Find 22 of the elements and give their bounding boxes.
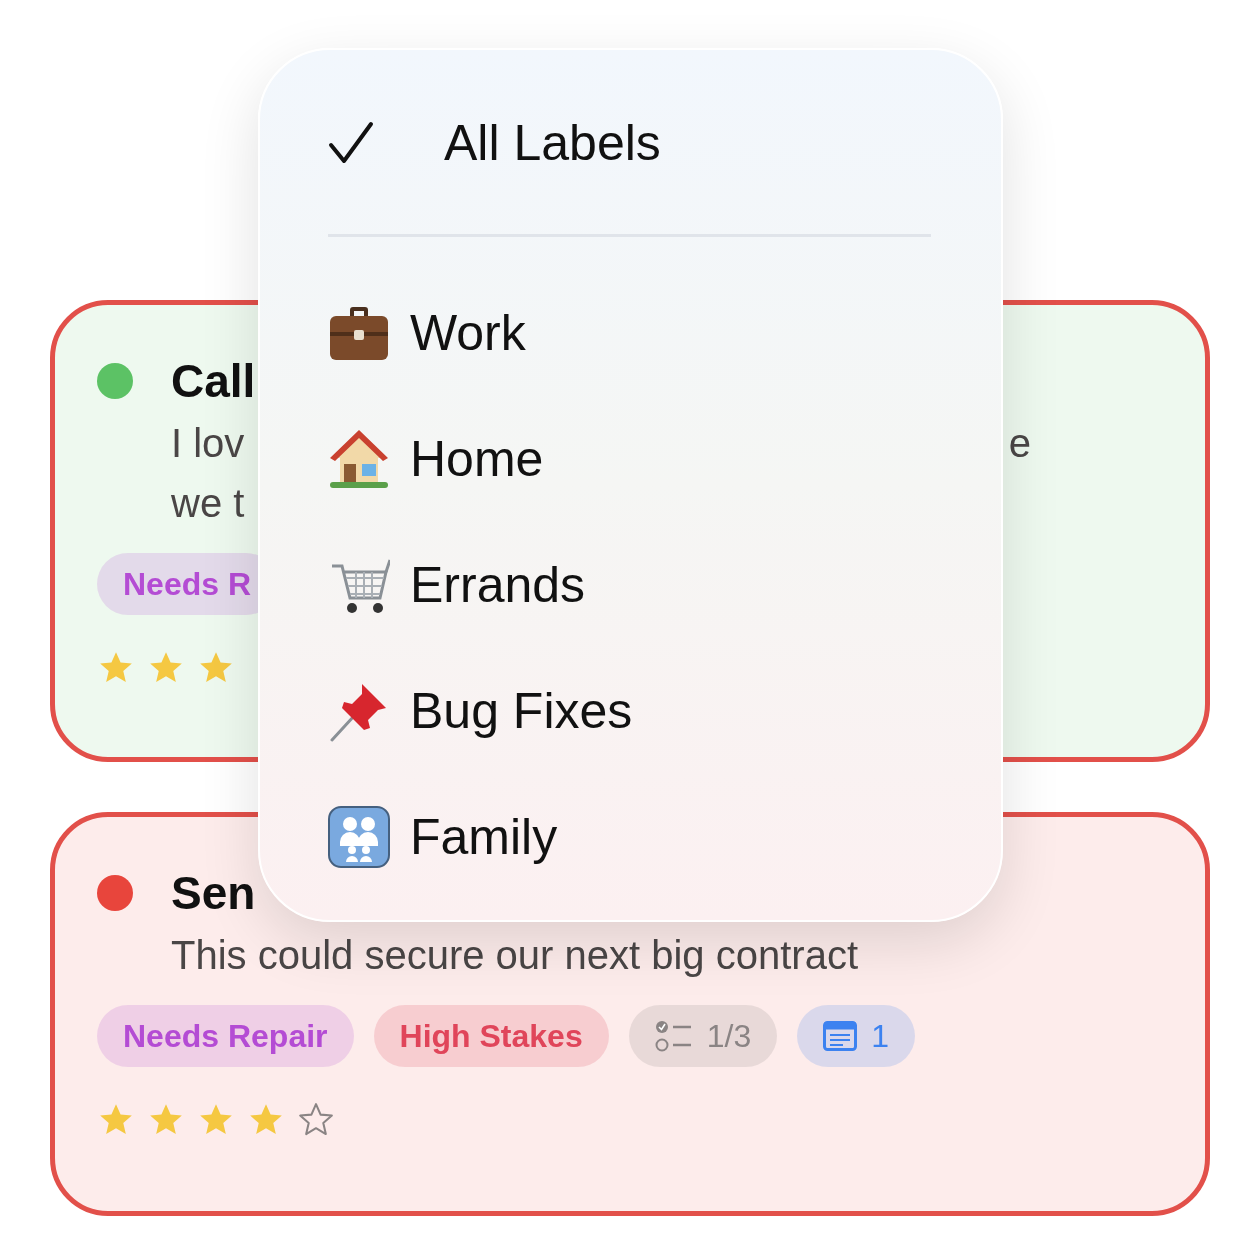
checkmark-icon [328, 121, 374, 165]
task-title: Call [171, 354, 256, 409]
task-description: e [1008, 420, 1031, 467]
checklist-icon [654, 1019, 693, 1053]
menu-item[interactable]: Work [328, 270, 931, 396]
task-title: Sen [171, 866, 256, 921]
menu-item-label: Bug Fixes [410, 682, 633, 740]
task-description: we t [171, 480, 245, 527]
house-icon [328, 428, 390, 490]
note-icon [823, 1021, 858, 1051]
menu-item-label: Home [410, 430, 544, 488]
menu-item[interactable]: All Labels [328, 102, 931, 184]
family-icon [328, 806, 390, 868]
menu-item-label: All Labels [444, 114, 661, 172]
task-description: I lov [171, 420, 245, 467]
menu-item[interactable]: Home [328, 396, 931, 522]
menu-item[interactable]: Errands [328, 522, 931, 648]
menu-item-label: Work [410, 304, 526, 362]
menu-item-label: Errands [410, 556, 586, 614]
menu-item[interactable]: Bug Fixes [328, 648, 931, 774]
briefcase-icon [328, 304, 390, 362]
task-description: This could secure our next big contract [171, 932, 858, 979]
